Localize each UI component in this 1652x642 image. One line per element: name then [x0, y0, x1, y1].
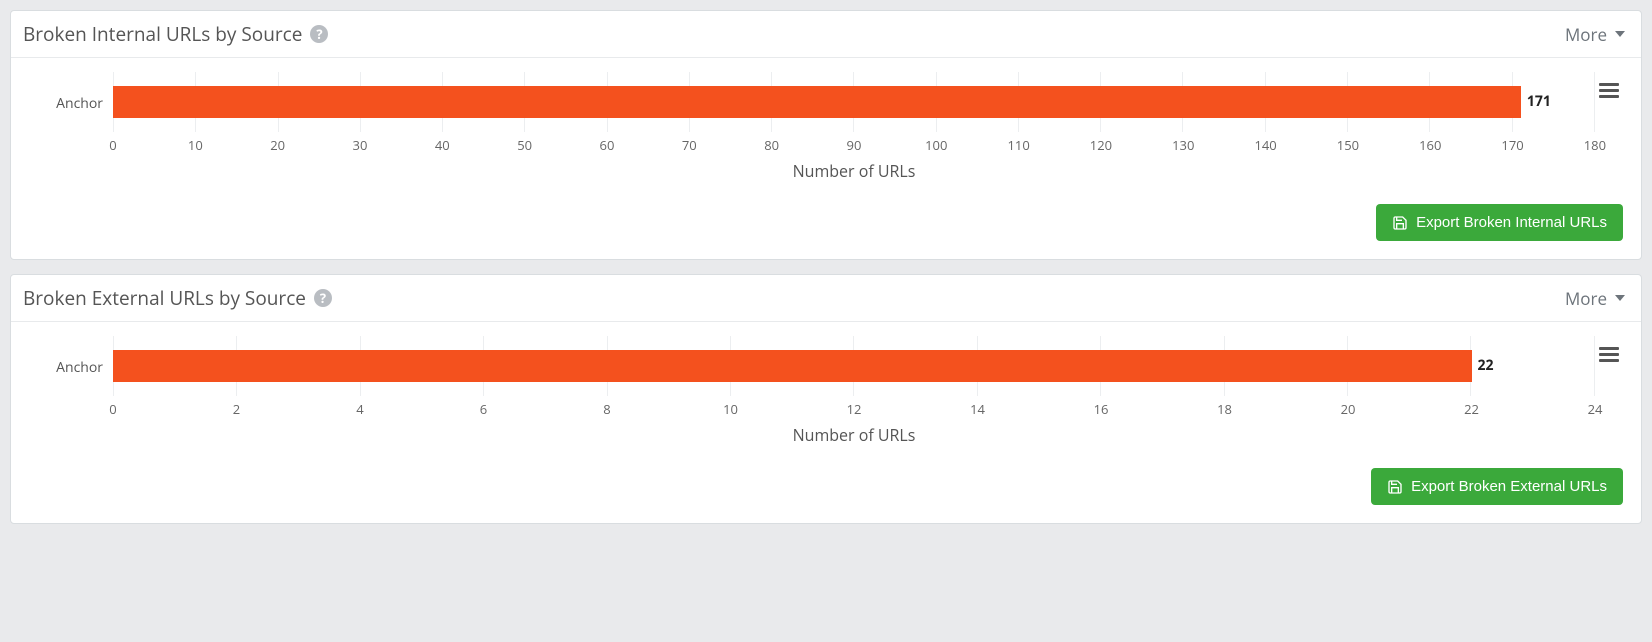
x-tick: 6 [469, 400, 499, 418]
panel-header: Broken Internal URLs by Source? More [11, 11, 1641, 58]
x-tick: 22 [1457, 400, 1487, 418]
export-button[interactable]: Export Broken Internal URLs [1376, 204, 1623, 241]
y-category-label: Anchor [29, 336, 113, 377]
x-tick: 18 [1210, 400, 1240, 418]
x-axis-title: Number of URLs [113, 160, 1595, 182]
export-button[interactable]: Export Broken External URLs [1371, 468, 1623, 505]
x-tick: 0 [98, 400, 128, 418]
x-tick: 50 [510, 136, 540, 154]
bar[interactable] [113, 86, 1521, 118]
x-tick: 2 [222, 400, 252, 418]
caret-down-icon [1615, 295, 1625, 301]
panel-0: Broken Internal URLs by Source? More Ancho… [10, 10, 1642, 260]
x-tick: 170 [1498, 136, 1528, 154]
x-tick: 90 [839, 136, 869, 154]
x-tick: 20 [1333, 400, 1363, 418]
plot: 22 [113, 336, 1595, 396]
panel-title-text: Broken Internal URLs by Source [23, 21, 302, 47]
gridline [1594, 336, 1595, 396]
chart-row: Anchor22024681012141618202224Number of U… [29, 336, 1623, 446]
x-tick: 100 [921, 136, 951, 154]
plot: 171 [113, 72, 1595, 132]
bar[interactable] [113, 350, 1472, 382]
x-tick: 40 [427, 136, 457, 154]
export-button-label: Export Broken Internal URLs [1416, 214, 1607, 231]
x-tick: 150 [1333, 136, 1363, 154]
caret-down-icon [1615, 31, 1625, 37]
y-category-label: Anchor [29, 72, 113, 113]
x-tick: 70 [674, 136, 704, 154]
x-tick: 80 [757, 136, 787, 154]
x-tick: 8 [592, 400, 622, 418]
x-tick: 16 [1086, 400, 1116, 418]
help-icon[interactable]: ? [314, 289, 332, 307]
x-tick: 130 [1168, 136, 1198, 154]
bar-track [113, 350, 1472, 382]
bar-value-label: 171 [1521, 86, 1551, 118]
panel-body: Anchor 171 0 10 20 30 40 50 60 70 80 90 100 110 120 130… [11, 58, 1641, 259]
chart-area: 22024681012141618202224Number of URLs [113, 336, 1595, 446]
panel-title-text: Broken External URLs by Source [23, 285, 306, 311]
x-axis-title: Number of URLs [113, 424, 1595, 446]
panel-footer: Export Broken External URLs [29, 468, 1623, 505]
x-tick: 30 [345, 136, 375, 154]
panel-title: Broken Internal URLs by Source? [23, 21, 328, 47]
x-tick: 180 [1580, 136, 1610, 154]
more-dropdown[interactable]: More [1565, 23, 1625, 46]
x-tick: 24 [1580, 400, 1610, 418]
panel-header: Broken External URLs by Source? More [11, 275, 1641, 322]
x-ticks: 0102030405060708090100110120130140150160… [113, 136, 1595, 154]
chart-menu-icon[interactable] [1595, 72, 1623, 106]
x-tick: 12 [839, 400, 869, 418]
bar-value-label: 22 [1472, 350, 1494, 382]
x-tick: 14 [963, 400, 993, 418]
x-ticks: 024681012141618202224 [113, 400, 1595, 418]
help-icon[interactable]: ? [310, 25, 328, 43]
x-tick: 120 [1086, 136, 1116, 154]
more-dropdown[interactable]: More [1565, 287, 1625, 310]
more-label: More [1565, 287, 1607, 310]
x-tick: 10 [716, 400, 746, 418]
panel-title: Broken External URLs by Source? [23, 285, 332, 311]
panel-footer: Export Broken Internal URLs [29, 204, 1623, 241]
chart-menu-icon[interactable] [1595, 336, 1623, 370]
x-tick: 140 [1251, 136, 1281, 154]
more-label: More [1565, 23, 1607, 46]
panel-body: Anchor22024681012141618202224Number of U… [11, 322, 1641, 523]
x-tick: 110 [1004, 136, 1034, 154]
bar-track [113, 86, 1521, 118]
gridline [1594, 72, 1595, 132]
save-icon [1392, 215, 1408, 231]
x-tick: 10 [180, 136, 210, 154]
x-tick: 20 [263, 136, 293, 154]
hamburger-icon [1599, 344, 1619, 365]
export-button-label: Export Broken External URLs [1411, 478, 1607, 495]
chart-area: 1710102030405060708090100110120130140150… [113, 72, 1595, 182]
x-tick: 160 [1415, 136, 1445, 154]
save-icon [1387, 479, 1403, 495]
panel-1: Broken External URLs by Source? More Ancho… [10, 274, 1642, 524]
x-tick: 60 [592, 136, 622, 154]
hamburger-icon [1599, 80, 1619, 101]
chart-row: Anchor 171 0 10 20 30 40 50 60 70 80 90 100 110 120 130… [29, 72, 1623, 182]
x-tick: 4 [345, 400, 375, 418]
x-tick: 0 [98, 136, 128, 154]
